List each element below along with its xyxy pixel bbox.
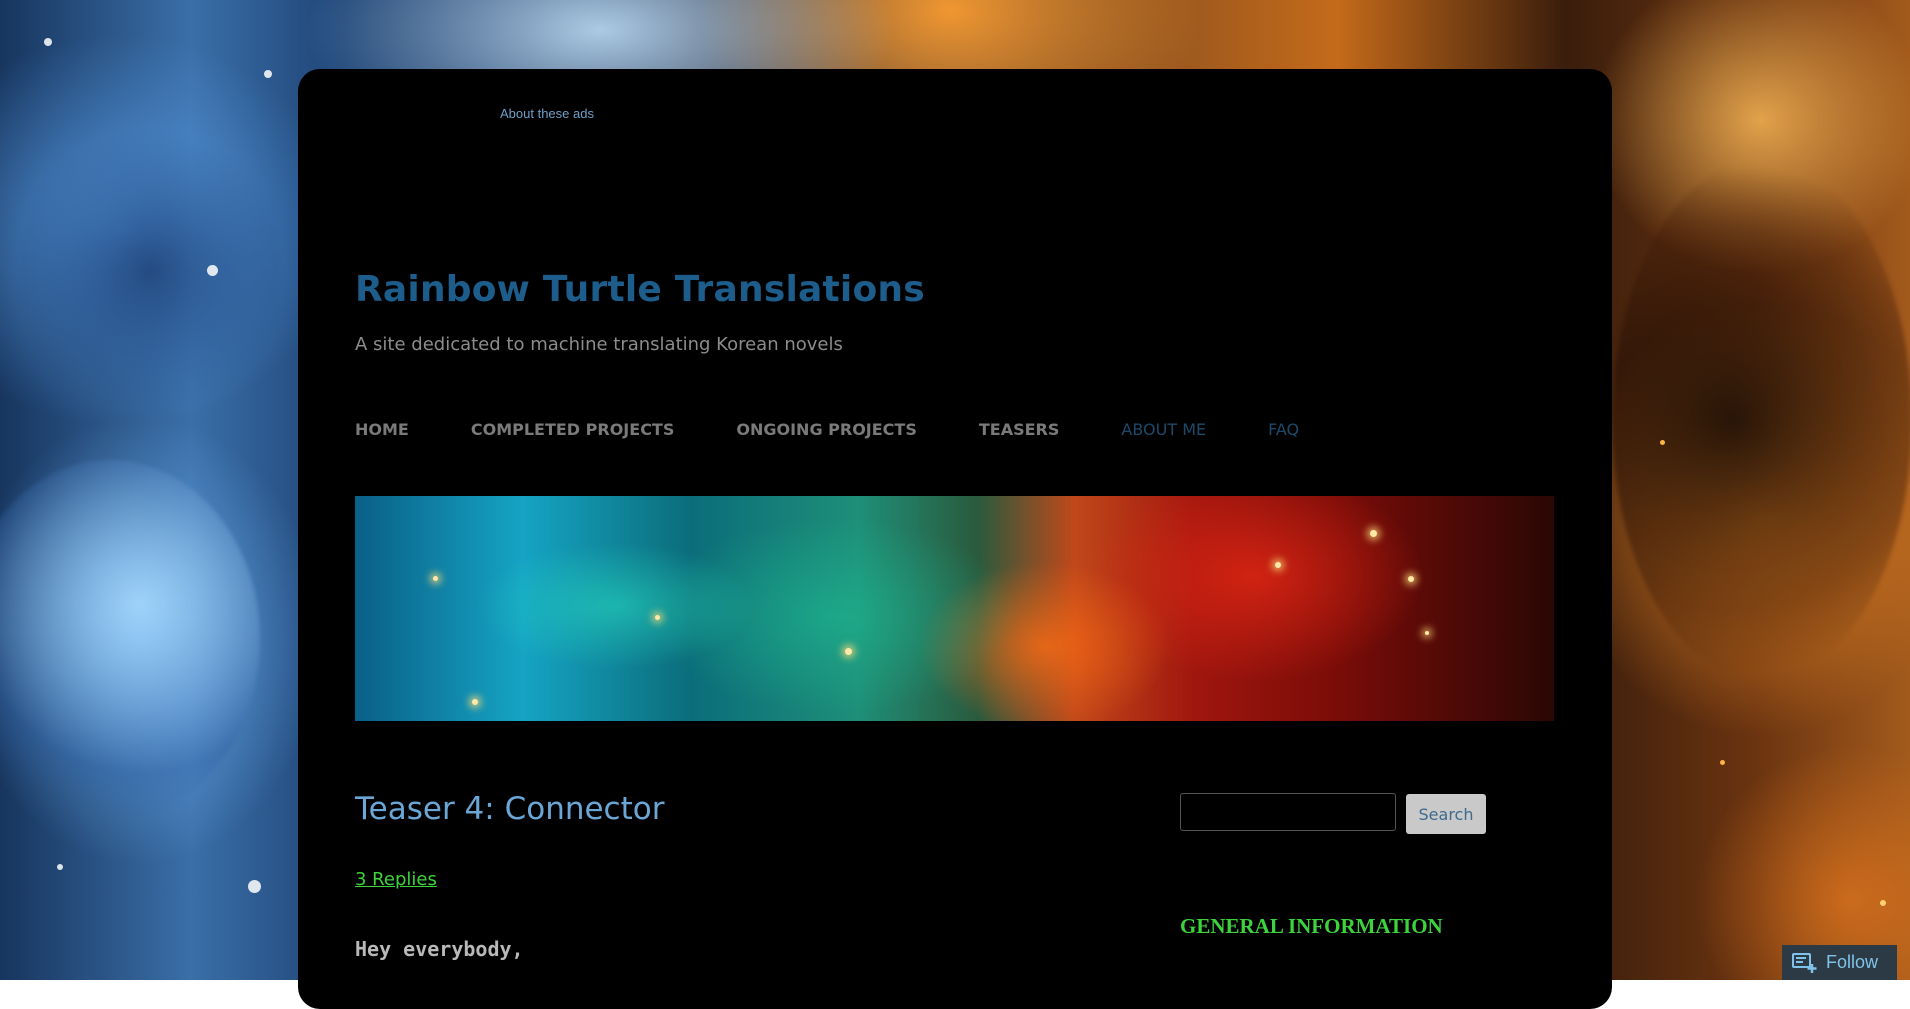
- search-input[interactable]: [1180, 793, 1396, 831]
- about-these-ads-link[interactable]: About these ads: [500, 106, 594, 121]
- nav-item-teasers[interactable]: TEASERS: [979, 420, 1060, 439]
- site-tagline: A site dedicated to machine translating …: [355, 334, 843, 355]
- page-container: About these ads Rainbow Turtle Translati…: [298, 69, 1612, 1009]
- banner-star: [845, 648, 852, 655]
- post-title[interactable]: Teaser 4: Connector: [355, 791, 664, 827]
- main-navigation: HOME COMPLETED PROJECTS ONGOING PROJECTS…: [355, 420, 1361, 439]
- ember-particle: [1720, 760, 1725, 765]
- banner-star: [655, 615, 660, 620]
- nav-item-ongoing-projects[interactable]: ONGOING PROJECTS: [736, 420, 916, 439]
- blue-dragon-wings: [20, 120, 280, 420]
- site-title[interactable]: Rainbow Turtle Translations: [355, 269, 925, 310]
- banner-star: [472, 699, 478, 705]
- header-banner-image: [355, 496, 1554, 721]
- blue-dragon-shape: [0, 460, 260, 820]
- general-information-heading: GENERAL INFORMATION: [1180, 914, 1443, 938]
- post-greeting: Hey everybody,: [355, 937, 524, 961]
- snow-particle: [57, 864, 63, 870]
- ember-particle: [1880, 900, 1886, 906]
- nav-item-home[interactable]: HOME: [355, 420, 409, 439]
- banner-star: [1425, 631, 1429, 635]
- follow-blog-icon: [1792, 952, 1818, 974]
- nav-item-completed-projects[interactable]: COMPLETED PROJECTS: [471, 420, 675, 439]
- snow-particle: [248, 880, 261, 893]
- banner-star: [433, 576, 438, 581]
- fire-dragon-shape: [1612, 160, 1910, 680]
- search-button[interactable]: Search: [1406, 794, 1486, 834]
- nav-item-faq[interactable]: FAQ: [1268, 420, 1299, 439]
- follow-button[interactable]: Follow: [1782, 945, 1897, 980]
- snow-particle: [207, 265, 218, 276]
- snow-particle: [44, 38, 52, 46]
- ember-particle: [1660, 440, 1665, 445]
- replies-link[interactable]: 3 Replies: [355, 869, 437, 890]
- follow-label: Follow: [1826, 952, 1879, 972]
- banner-star: [1370, 530, 1377, 537]
- banner-star: [1408, 576, 1414, 582]
- snow-particle: [264, 70, 272, 78]
- banner-star: [1275, 562, 1281, 568]
- nav-item-about-me[interactable]: ABOUT ME: [1121, 420, 1206, 439]
